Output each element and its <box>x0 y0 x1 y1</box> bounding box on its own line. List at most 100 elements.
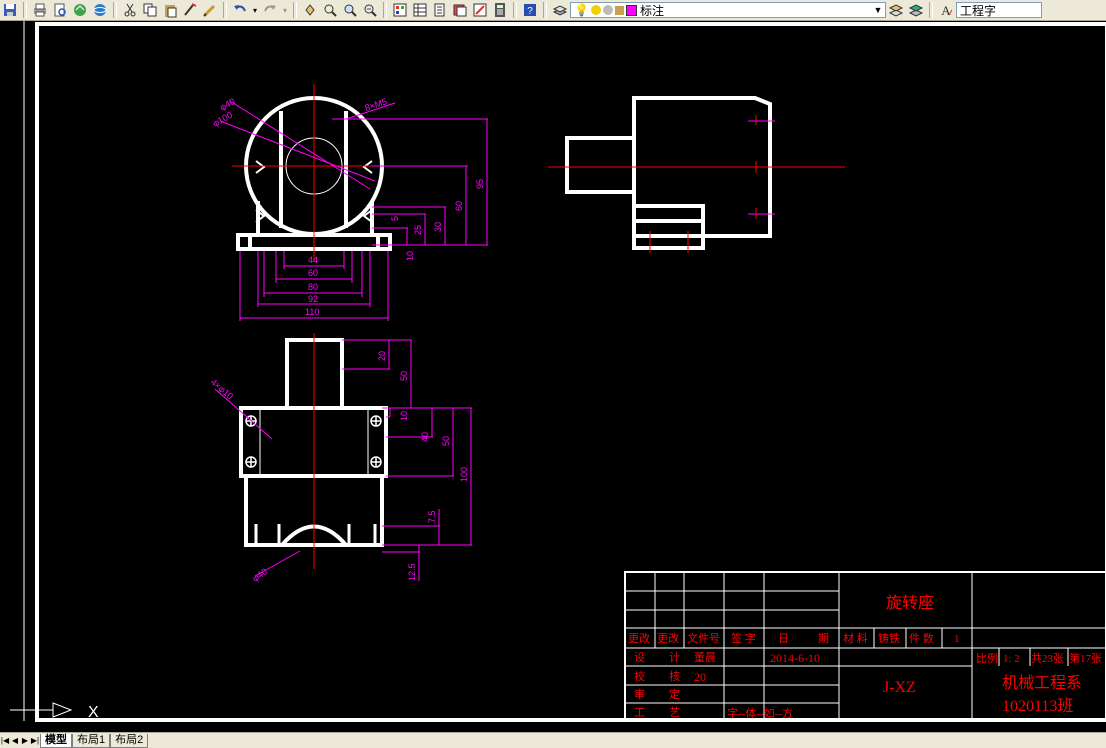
layer-dropdown[interactable]: 💡 标注 ▼ <box>570 2 886 18</box>
pan-icon[interactable] <box>300 1 320 19</box>
markup-icon[interactable] <box>470 1 490 19</box>
department: 机械工程系 <box>1002 674 1082 692</box>
prev-tab-icon[interactable]: ◀ <box>10 734 20 747</box>
layout-tab-bar: |◀ ◀ ▶ ▶| 模型 布局1 布局2 <box>0 732 1106 748</box>
row-label-8: 艺 <box>669 706 680 719</box>
sheet-set-icon[interactable] <box>450 1 470 19</box>
title-block-text: 旋转座 J-XZ 机械工程系 1020113班 更改 更改 文件号 签 字 日 … <box>628 594 1102 720</box>
sheets-total: 共23张 <box>1031 652 1064 665</box>
dim-d100: φ100 <box>211 110 234 129</box>
check-value: 20 <box>694 670 706 684</box>
text-style-icon[interactable]: A <box>936 1 956 19</box>
redo-icon[interactable] <box>260 1 280 19</box>
dim-44: 44 <box>308 255 318 265</box>
separator <box>223 2 227 18</box>
first-tab-icon[interactable]: |◀ <box>0 734 10 747</box>
scale-value: 1: 2 <box>1003 653 1020 665</box>
zoom-realtime-icon[interactable] <box>320 1 340 19</box>
model-space: φ40 φ100 8×M5 95 60 30 25 10 5 44 60 80 … <box>10 21 1106 722</box>
separator <box>23 2 27 18</box>
drawing-canvas[interactable]: φ40 φ100 8×M5 95 60 30 25 10 5 44 60 80 … <box>0 21 1106 732</box>
separator <box>513 2 517 18</box>
3d-dwf-icon[interactable] <box>90 1 110 19</box>
redo-dropdown-icon[interactable]: ▾ <box>280 1 290 19</box>
print-preview-icon[interactable] <box>50 1 70 19</box>
make-current-layer-icon[interactable] <box>886 1 906 19</box>
dim-92: 92 <box>308 294 318 304</box>
separator <box>929 2 933 18</box>
tab-layout1[interactable]: 布局1 <box>72 733 111 748</box>
paste-icon[interactable] <box>160 1 180 19</box>
row-label-4: 核 <box>669 669 680 683</box>
designer: 董晨 <box>694 651 716 664</box>
side-view <box>565 96 772 250</box>
row-label-7: 工 <box>634 707 645 719</box>
copy-icon[interactable] <box>140 1 160 19</box>
header-label-6: 期 <box>818 632 829 645</box>
qty-label: 件 数 <box>909 632 934 645</box>
layer-manager-icon[interactable] <box>550 1 570 19</box>
dim-95: 95 <box>475 179 485 189</box>
tab-model[interactable]: 模型 <box>40 733 72 748</box>
row-label-5: 审 <box>634 687 645 701</box>
dim-top-50b: 50 <box>441 436 451 446</box>
base-foot <box>632 204 705 250</box>
dim-w60: 60 <box>308 268 318 278</box>
tab-layout2[interactable]: 布局2 <box>110 733 149 748</box>
chevron-down-icon[interactable]: ▼ <box>871 5 885 15</box>
text-style-dropdown[interactable]: 工程字 <box>956 2 1042 18</box>
shaft-boss <box>565 136 636 194</box>
separator <box>543 2 547 18</box>
publish-icon[interactable] <box>70 1 90 19</box>
separator <box>113 2 117 18</box>
lightbulb-icon: 💡 <box>574 3 589 17</box>
ucs-x-label: X <box>88 704 99 721</box>
material-value: 铸铁 <box>878 631 900 645</box>
row-label-3: 校 <box>634 669 645 683</box>
design-date: 2014-6-10 <box>770 651 820 665</box>
dim-60: 60 <box>454 201 464 211</box>
dim-110: 110 <box>305 307 319 317</box>
calculator-icon[interactable] <box>490 1 510 19</box>
dim-30: 30 <box>433 222 443 232</box>
header-label-1: 更改 <box>628 631 650 645</box>
dim-top-50a: 50 <box>399 371 409 381</box>
dim-top-40: 40 <box>420 432 430 442</box>
next-tab-icon[interactable]: ▶ <box>20 734 30 747</box>
last-tab-icon[interactable]: ▶| <box>30 734 40 747</box>
dim-top-d40: φ40 <box>250 566 269 583</box>
header-label-2: 更改 <box>657 631 679 645</box>
dim-top-100: 100 <box>459 467 469 482</box>
drawing-code: J-XZ <box>883 679 916 696</box>
dim-top-7-5: 7.5 <box>427 510 437 523</box>
row-label-6: 定 <box>669 687 680 701</box>
tool-palettes-icon[interactable] <box>430 1 450 19</box>
zoom-previous-icon[interactable] <box>360 1 380 19</box>
cut-icon[interactable] <box>120 1 140 19</box>
row-label-1: 设 <box>634 651 645 664</box>
print-icon[interactable] <box>30 1 50 19</box>
signature-text: 字--体--如--方 <box>727 706 793 720</box>
layer-previous-icon[interactable] <box>906 1 926 19</box>
help-icon[interactable]: ? <box>520 1 540 19</box>
row-label-2: 计 <box>669 651 680 664</box>
scale-label: 比例 <box>976 651 998 665</box>
properties-icon[interactable] <box>390 1 410 19</box>
standard-toolbar: ▾ ▾ ? 💡 标注 ▼ A 工程字 <box>0 0 1106 21</box>
separator <box>293 2 297 18</box>
design-center-icon[interactable] <box>410 1 430 19</box>
sun-icon <box>590 5 601 15</box>
header-label-4: 签 字 <box>731 631 756 645</box>
svg-text:A: A <box>941 3 951 18</box>
save-icon[interactable] <box>0 1 20 19</box>
material-label: 材 料 <box>843 631 868 645</box>
match-properties-icon[interactable] <box>180 1 200 19</box>
layer-name: 标注 <box>639 3 664 18</box>
dim-top-10: 10 <box>399 411 409 421</box>
dim-80: 80 <box>308 282 318 292</box>
zoom-window-icon[interactable] <box>340 1 360 19</box>
dim-top-holes: 4×φ10 <box>209 377 235 401</box>
undo-icon[interactable] <box>230 1 250 19</box>
undo-dropdown-icon[interactable]: ▾ <box>250 1 260 19</box>
block-editor-icon[interactable] <box>200 1 220 19</box>
